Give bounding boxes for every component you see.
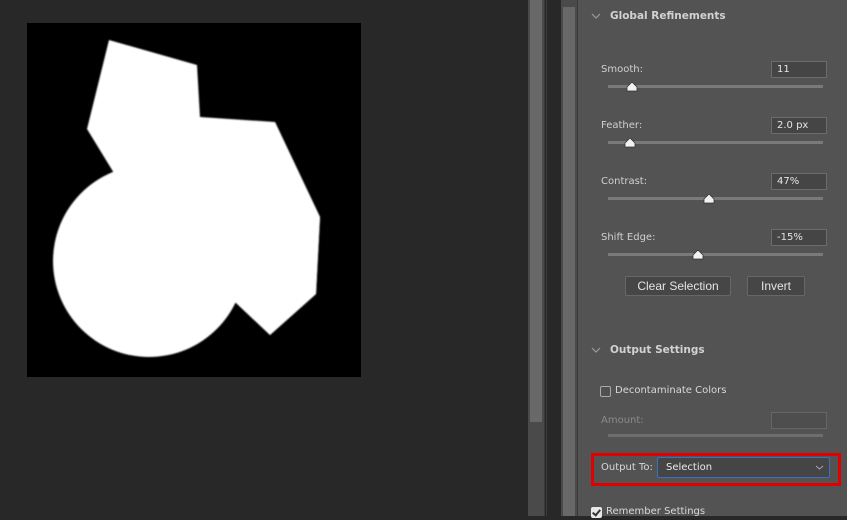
- slider-thumb-icon[interactable]: [626, 82, 638, 92]
- slider-track: [608, 434, 823, 437]
- output-to-select[interactable]: Selection: [657, 457, 830, 478]
- panel-gap: [548, 0, 561, 516]
- decontaminate-colors-checkbox[interactable]: [600, 386, 611, 397]
- slider-thumb-icon[interactable]: [624, 138, 636, 148]
- chevron-down-icon: [815, 465, 824, 470]
- shift-edge-label: Shift Edge:: [601, 232, 656, 243]
- chevron-down-icon: [591, 347, 601, 353]
- chevron-down-icon: [591, 13, 601, 19]
- remember-settings-checkbox[interactable]: [591, 507, 602, 518]
- divider: [546, 0, 547, 516]
- refine-properties-panel: Global Refinements Smooth: 11 Feather: 2…: [578, 0, 847, 518]
- amount-input[interactable]: [771, 412, 827, 429]
- global-refinements-header[interactable]: Global Refinements: [578, 7, 847, 27]
- clear-selection-button[interactable]: Clear Selection: [625, 276, 731, 296]
- output-to-label: Output To:: [601, 462, 653, 473]
- canvas-vertical-scrollbar[interactable]: [528, 0, 544, 516]
- feather-input[interactable]: 2.0 px: [771, 117, 827, 134]
- contrast-slider[interactable]: [608, 194, 823, 206]
- slider-track: [608, 141, 823, 144]
- remember-settings-label: Remember Settings: [606, 506, 706, 517]
- amount-label: Amount:: [601, 415, 644, 426]
- panel-vertical-scrollbar[interactable]: [561, 0, 577, 516]
- slider-thumb-icon[interactable]: [692, 250, 704, 260]
- divider: [544, 0, 545, 516]
- feather-label: Feather:: [601, 120, 643, 131]
- decontaminate-colors-label: Decontaminate Colors: [615, 385, 727, 396]
- panel-scroll-thumb[interactable]: [563, 7, 575, 516]
- amount-slider[interactable]: [608, 431, 823, 443]
- smooth-label: Smooth:: [601, 64, 643, 75]
- smooth-slider[interactable]: [608, 82, 823, 94]
- slider-thumb-icon[interactable]: [703, 194, 715, 204]
- contrast-input[interactable]: 47%: [771, 173, 827, 190]
- canvas-scroll-thumb[interactable]: [530, 0, 542, 422]
- output-settings-header[interactable]: Output Settings: [578, 341, 847, 361]
- section-title: Output Settings: [610, 344, 705, 356]
- canvas-area: [0, 0, 528, 516]
- section-title: Global Refinements: [610, 10, 726, 22]
- contrast-label: Contrast:: [601, 176, 648, 187]
- slider-track: [608, 197, 823, 200]
- feather-slider[interactable]: [608, 138, 823, 150]
- slider-track: [608, 253, 823, 256]
- slider-track: [608, 85, 823, 88]
- mask-preview: [53, 40, 320, 357]
- invert-button[interactable]: Invert: [747, 276, 805, 296]
- shift-edge-slider[interactable]: [608, 250, 823, 262]
- document-image[interactable]: [27, 23, 361, 377]
- output-to-value: Selection: [666, 462, 713, 473]
- shift-edge-input[interactable]: -15%: [771, 229, 827, 246]
- smooth-input[interactable]: 11: [771, 61, 827, 78]
